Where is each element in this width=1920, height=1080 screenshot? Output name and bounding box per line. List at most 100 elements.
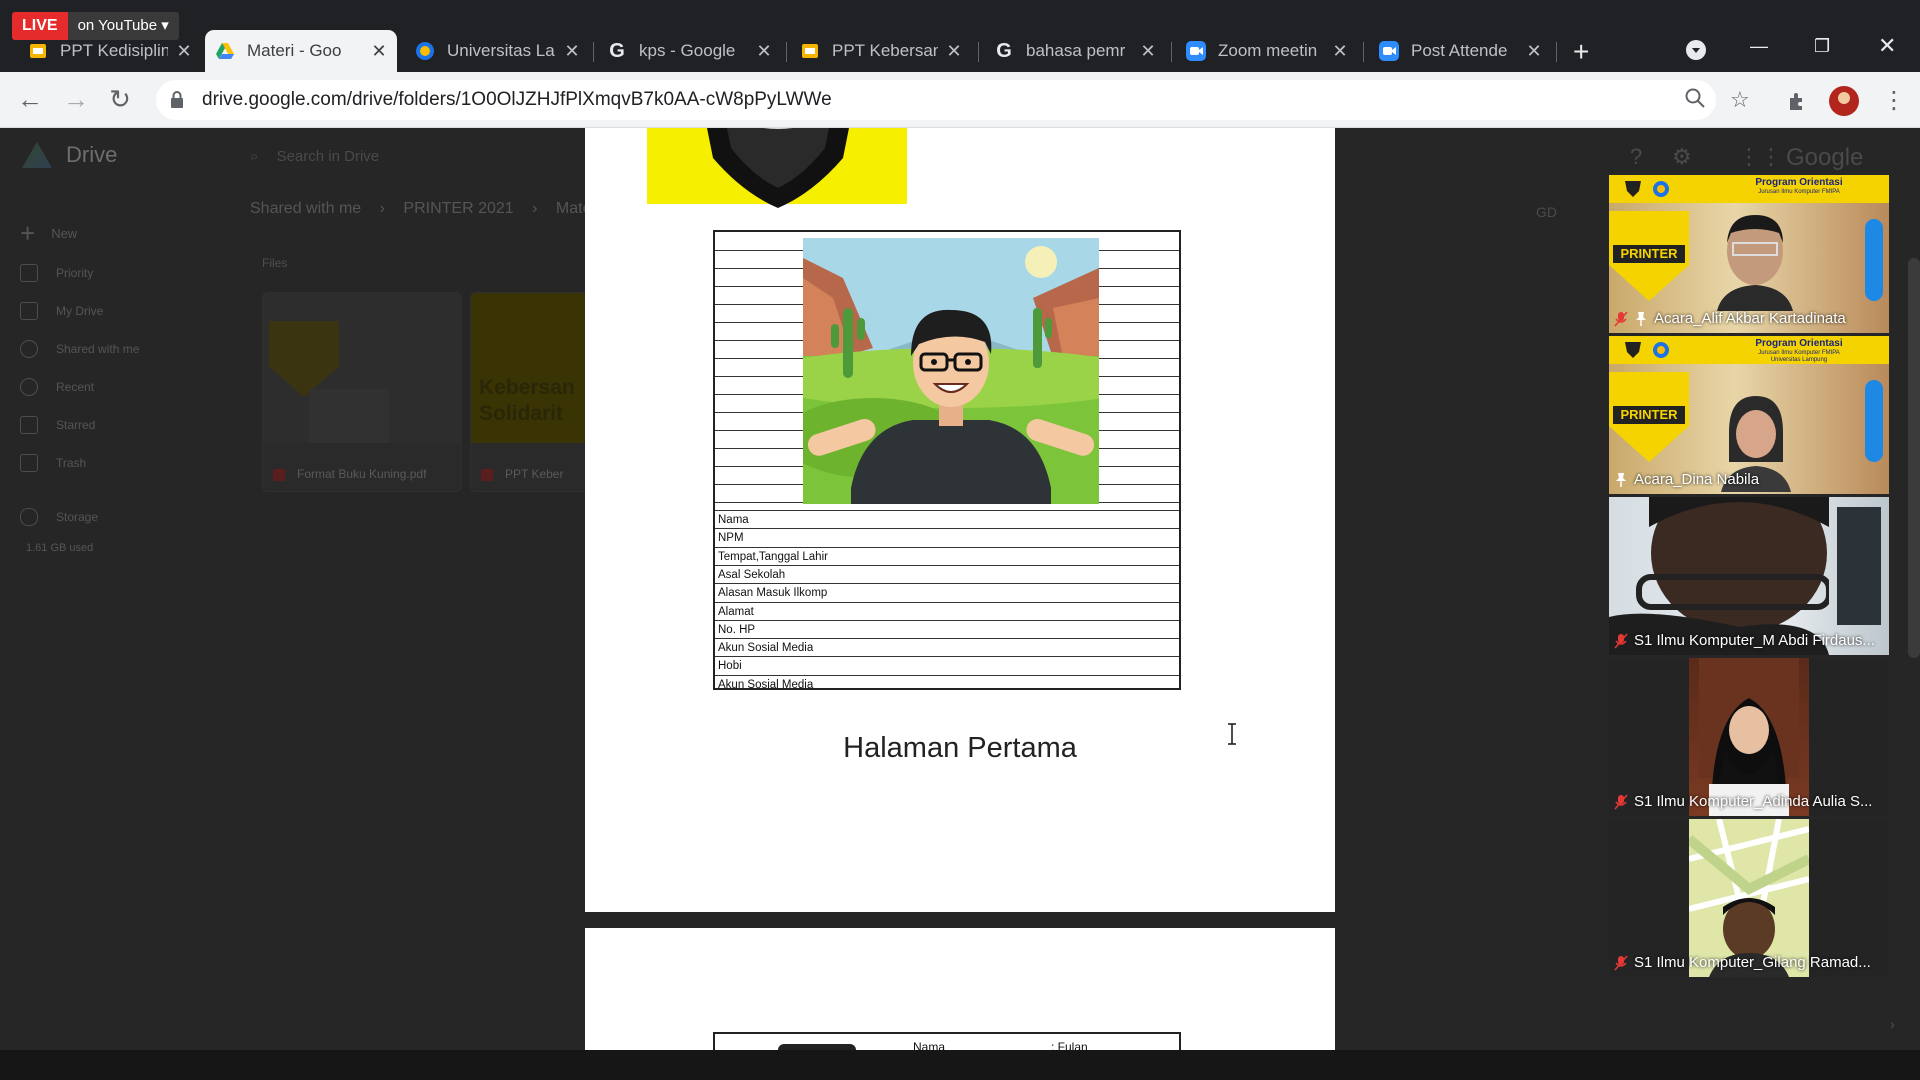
form-field-label: Tempat,Tanggal Lahir bbox=[718, 550, 828, 563]
drive-brand-label: Drive bbox=[66, 142, 118, 167]
tab-title: PPT Kebersan bbox=[832, 41, 938, 60]
breadcrumb-item[interactable]: PRINTER 2021 bbox=[403, 200, 513, 217]
shared-icon bbox=[20, 340, 38, 358]
lock-icon[interactable] bbox=[170, 91, 186, 109]
tab-search-icon[interactable] bbox=[1686, 40, 1706, 60]
participant-tile[interactable]: S1 Ilmu Komputer_M Abdi Firdaus... bbox=[1609, 497, 1889, 655]
participant-tile[interactable]: S1 Ilmu Komputer_Gilang Ramad... bbox=[1609, 819, 1889, 977]
monitor-edge bbox=[1837, 507, 1881, 625]
form-field-label: NPM bbox=[718, 532, 744, 545]
close-icon[interactable]: ✕ bbox=[1140, 41, 1156, 62]
tab-separator bbox=[593, 42, 594, 62]
form-field-label: Alasan Masuk Ilkomp bbox=[718, 587, 828, 600]
banner-subtitle: Jurusan Ilmu Komputer FMIPA bbox=[1758, 189, 1840, 195]
close-icon[interactable]: ✕ bbox=[564, 41, 580, 62]
tab-universitas[interactable]: Universitas La ✕ bbox=[405, 32, 590, 70]
sidebar-item-starred[interactable]: Starred bbox=[20, 416, 220, 434]
tab-title: Zoom meetin bbox=[1218, 41, 1318, 60]
participant-name: Acara_Alif Akbar Kartadinata bbox=[1614, 310, 1846, 327]
document-page-2[interactable]: Nama : Fulan bbox=[585, 928, 1335, 1050]
google-brand: Google bbox=[1786, 144, 1864, 171]
participant-tile[interactable]: S1 Ilmu Komputer_Adinda Aulia S... bbox=[1609, 658, 1889, 816]
university-icon bbox=[415, 41, 435, 61]
participant-tile[interactable]: Program Orientasi Jurusan Ilmu Komputer … bbox=[1609, 336, 1889, 494]
zoom-search-icon[interactable] bbox=[1684, 87, 1706, 115]
chevron-right-icon[interactable]: › bbox=[1890, 1016, 1895, 1032]
new-tab-button[interactable]: + bbox=[1573, 36, 1589, 68]
sidebar-item-storage[interactable]: Storage bbox=[20, 508, 220, 526]
help-icon[interactable]: ? bbox=[1630, 144, 1642, 170]
form-field-row: Alamat bbox=[715, 601, 1179, 620]
priority-icon bbox=[20, 264, 38, 282]
close-icon[interactable]: ✕ bbox=[946, 41, 962, 62]
profile-avatar[interactable] bbox=[1829, 86, 1859, 116]
grid-view-icon[interactable]: GD bbox=[1536, 204, 1557, 220]
tab-ppt-kebersamaan[interactable]: PPT Kebersan ✕ bbox=[790, 32, 972, 70]
sidebar-item-trash[interactable]: Trash bbox=[20, 454, 220, 472]
tab-zoom-meeting[interactable]: Zoom meetin ✕ bbox=[1176, 32, 1358, 70]
banner-logos-icon bbox=[1625, 181, 1669, 197]
more-menu-icon[interactable]: ⋮ bbox=[1882, 86, 1906, 115]
zoom-icon bbox=[1379, 41, 1399, 61]
form-field-row: Asal Sekolah bbox=[715, 564, 1179, 583]
drive-search[interactable]: ⌕ Search in Drive bbox=[250, 148, 379, 165]
bottom-strip bbox=[0, 1050, 1920, 1080]
url-text: drive.google.com/drive/folders/1O0OlJZHJ… bbox=[202, 89, 832, 110]
file-card[interactable]: Format Buku Kuning.pdf bbox=[262, 292, 462, 492]
youtube-live-badge[interactable]: LIVE on YouTube ▾ bbox=[12, 12, 179, 40]
close-icon[interactable]: ✕ bbox=[176, 41, 192, 62]
back-icon[interactable]: ← bbox=[14, 84, 46, 115]
form-field-row: No. HP bbox=[715, 619, 1179, 638]
participant-tile[interactable]: Program Orientasi Jurusan Ilmu Komputer … bbox=[1609, 175, 1889, 333]
close-icon[interactable]: ✕ bbox=[1332, 41, 1348, 62]
close-window-icon[interactable]: ✕ bbox=[1878, 33, 1896, 59]
extensions-icon[interactable] bbox=[1786, 90, 1808, 118]
muted-mic-icon bbox=[1614, 633, 1628, 648]
tab-title: PPT Kedisiplin bbox=[60, 41, 168, 60]
breadcrumb: Shared with me › PRINTER 2021 › Mate bbox=[250, 200, 592, 217]
settings-icon[interactable]: ⚙ bbox=[1672, 144, 1692, 170]
banner-title: Program Orientasi bbox=[1755, 177, 1843, 188]
page2-field-value: : Fulan bbox=[1051, 1040, 1088, 1050]
sidebar-item-shared[interactable]: Shared with me bbox=[20, 340, 220, 358]
tab-kps-google[interactable]: G kps - Google ✕ bbox=[597, 32, 782, 70]
gallery-scrollbar[interactable] bbox=[1908, 258, 1920, 658]
tab-drive-materi[interactable]: Materi - Goo ✕ bbox=[205, 30, 397, 72]
reload-icon[interactable]: ↻ bbox=[104, 84, 136, 115]
drive-logo[interactable]: Drive bbox=[22, 142, 117, 168]
tab-post-attendee[interactable]: Post Attende ✕ bbox=[1369, 32, 1552, 70]
printer-logo-text: PRINTER bbox=[1613, 245, 1685, 263]
minimize-icon[interactable]: — bbox=[1750, 36, 1768, 57]
form-field-label: Asal Sekolah bbox=[718, 568, 786, 581]
breadcrumb-item[interactable]: Shared with me bbox=[250, 200, 361, 217]
sidebar-item-priority[interactable]: Priority bbox=[20, 264, 220, 282]
address-bar[interactable]: drive.google.com/drive/folders/1O0OlJZHJ… bbox=[156, 80, 1750, 120]
page2-field-label: Nama bbox=[913, 1040, 946, 1050]
biodata-form: Nama NPM Tempat,Tanggal Lahir Asal Sekolah A… bbox=[713, 230, 1236, 745]
bookmark-star-icon[interactable]: ☆ bbox=[1730, 87, 1750, 113]
search-placeholder: Search in Drive bbox=[276, 148, 380, 165]
new-button[interactable]: + New bbox=[20, 218, 220, 249]
participant-video bbox=[1713, 203, 1797, 311]
forward-icon[interactable]: → bbox=[60, 84, 92, 115]
banner-logos-icon bbox=[1625, 342, 1669, 358]
tab-title: Universitas La bbox=[447, 41, 555, 60]
sidebar-item-recent[interactable]: Recent bbox=[20, 378, 220, 396]
close-icon[interactable]: ✕ bbox=[1526, 41, 1542, 62]
google-icon: G bbox=[996, 39, 1012, 62]
slides-icon bbox=[800, 41, 820, 61]
live-platform-label[interactable]: on YouTube ▾ bbox=[67, 12, 179, 40]
document-page[interactable]: Nama NPM Tempat,Tanggal Lahir Asal Sekolah A… bbox=[585, 128, 1335, 912]
tab-bahasa-pemrograman[interactable]: G bahasa pemr ✕ bbox=[984, 32, 1166, 70]
form-field-row: NPM bbox=[715, 528, 1179, 546]
drive-icon bbox=[22, 142, 52, 168]
side-decoration bbox=[1865, 219, 1883, 301]
close-icon[interactable]: ✕ bbox=[371, 41, 387, 62]
tab-separator bbox=[1363, 42, 1364, 62]
close-icon[interactable]: ✕ bbox=[756, 41, 772, 62]
muted-mic-icon bbox=[1614, 955, 1628, 970]
restore-icon[interactable]: ❐ bbox=[1814, 36, 1830, 57]
form-field-row: Akun Sosial Media bbox=[715, 674, 1179, 693]
sidebar-item-my-drive[interactable]: My Drive bbox=[20, 302, 220, 320]
apps-grid-icon[interactable]: ⋮⋮ bbox=[1738, 144, 1782, 170]
